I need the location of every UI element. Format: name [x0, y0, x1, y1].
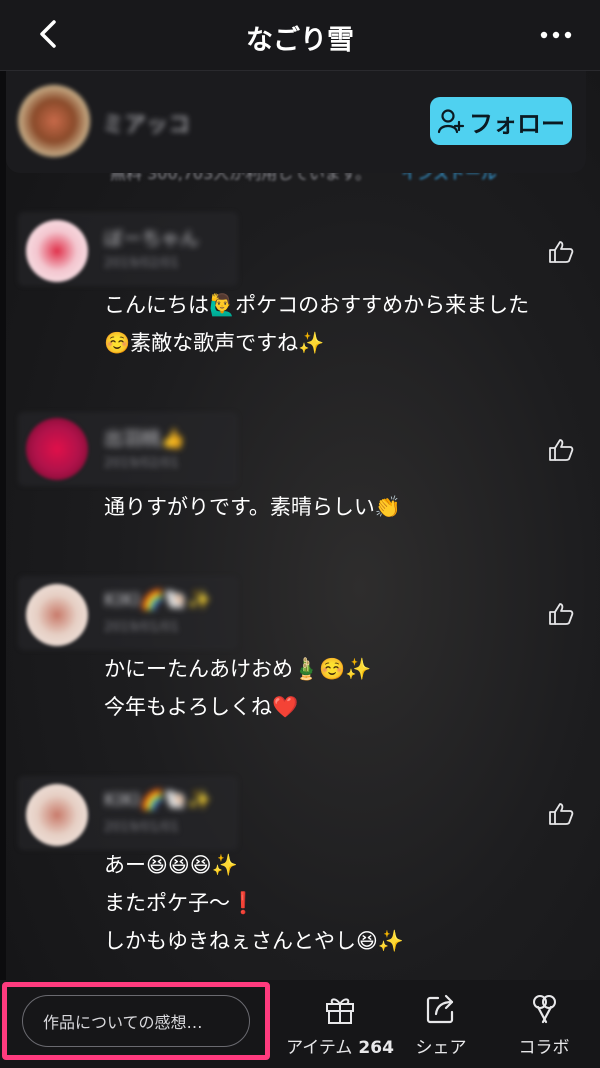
comment-date: 2019/02/01	[104, 456, 179, 471]
author-bar: ミアッコ フォロー	[6, 71, 586, 173]
chevron-left-icon	[40, 20, 56, 48]
more-dots-icon	[540, 31, 572, 39]
like-thumb-icon[interactable]	[548, 802, 574, 826]
comment-avatar[interactable]	[26, 584, 88, 646]
author-name[interactable]: ミアッコ	[102, 107, 190, 139]
like-thumb-icon[interactable]	[548, 602, 574, 626]
more-options-button[interactable]	[536, 20, 576, 50]
items-label-row: アイテム 264	[286, 1033, 394, 1058]
comment-username[interactable]: KIKI🌈🐚✨	[104, 788, 211, 811]
follow-label: フォロー	[469, 109, 565, 138]
share-icon	[426, 994, 454, 1024]
comment-text: かにーたんあけおめ🎍☺️✨ 今年もよろしくね❤️	[104, 657, 372, 719]
add-user-icon	[437, 109, 465, 134]
screen: なごり雪 無料 300,703人が利用しています。 インストール ミアッコ フォロ…	[0, 0, 600, 1068]
comment-text: こんにちは🙋‍♂️ポケコのおすすめから来ました ☺️素敵な歌声ですね✨	[104, 293, 530, 355]
page-title: なごり雪	[246, 25, 354, 56]
items-count: 264	[358, 1038, 394, 1058]
comment-text: あー😆😆😆✨ またポケ子〜❗️ しかもゆきねぇさんとやし😆✨	[104, 853, 405, 953]
gift-icon	[326, 998, 354, 1024]
comment-avatar[interactable]	[26, 220, 88, 282]
share-button[interactable]: シェア	[405, 992, 477, 1058]
like-thumb-icon[interactable]	[548, 240, 574, 264]
comment-username[interactable]: KIKI🌈🐚✨	[104, 588, 211, 611]
items-button[interactable]: アイテム 264	[286, 992, 394, 1058]
back-button[interactable]	[30, 16, 66, 52]
comment-date: 2019/01/01	[104, 820, 179, 835]
comment-username[interactable]: ぼーちゃん	[104, 224, 199, 251]
comment-date: 2019/02/01	[104, 256, 179, 271]
share-label: シェア	[415, 1038, 467, 1058]
header: なごり雪	[0, 0, 600, 71]
collab-button[interactable]: コラボ	[508, 992, 580, 1058]
collab-label: コラボ	[518, 1038, 570, 1058]
author-avatar[interactable]	[18, 85, 90, 157]
items-label: アイテム	[286, 1038, 353, 1058]
comment-date: 2019/01/01	[104, 620, 179, 635]
highlight-box	[2, 982, 270, 1060]
comment-text: 通りすがりです。素晴らしい👏	[104, 495, 402, 519]
comment-avatar[interactable]	[26, 784, 88, 846]
like-thumb-icon[interactable]	[548, 438, 574, 462]
microphones-icon	[533, 995, 556, 1024]
comment-username[interactable]: 出羽桃👍	[104, 424, 185, 451]
follow-button[interactable]: フォロー	[430, 97, 572, 145]
comment-avatar[interactable]	[26, 418, 88, 480]
